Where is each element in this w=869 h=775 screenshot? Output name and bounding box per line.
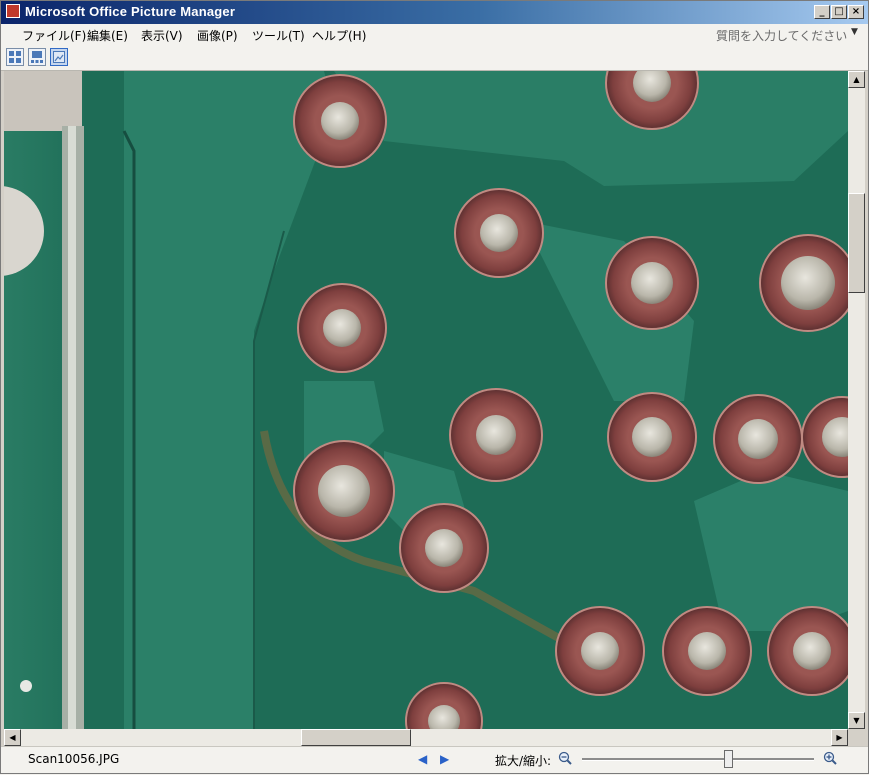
menu-bar: ファイル(F) 編集(E) 表示(V) 画像(P) ツール(T) ヘルプ(H) … bbox=[0, 24, 869, 46]
window-title: Microsoft Office Picture Manager bbox=[25, 4, 236, 19]
circuit-board-picture bbox=[4, 71, 848, 729]
help-search-input[interactable]: 質問を入力してください bbox=[716, 27, 847, 44]
thumbnail-view-icon bbox=[9, 51, 21, 63]
thumbnail-view-button[interactable] bbox=[6, 48, 24, 66]
help-dropdown-icon[interactable]: ▼ bbox=[851, 27, 858, 37]
scrollbar-corner bbox=[848, 729, 865, 746]
menu-view[interactable]: 表示(V) bbox=[141, 27, 183, 44]
maximize-button[interactable]: □ bbox=[831, 5, 847, 19]
zoom-in-icon[interactable] bbox=[823, 751, 837, 765]
pad-hole bbox=[688, 632, 726, 670]
scroll-right-button[interactable]: ▶ bbox=[831, 729, 848, 746]
scroll-down-button[interactable]: ▼ bbox=[848, 712, 865, 729]
menu-tools[interactable]: ツール(T) bbox=[252, 27, 305, 44]
next-picture-button[interactable]: ▶ bbox=[440, 752, 449, 766]
single-picture-view-button[interactable] bbox=[50, 48, 68, 66]
menu-edit[interactable]: 編集(E) bbox=[87, 27, 128, 44]
filmstrip-view-icon bbox=[31, 51, 43, 63]
pad-hole bbox=[738, 419, 778, 459]
title-bar: Microsoft Office Picture Manager _ □ × bbox=[0, 0, 869, 24]
picture-viewer[interactable] bbox=[4, 71, 848, 729]
single-picture-view-icon bbox=[53, 51, 65, 63]
vertical-scroll-thumb[interactable] bbox=[848, 192, 865, 293]
scroll-up-button[interactable]: ▲ bbox=[848, 71, 865, 88]
pad-hole bbox=[581, 632, 619, 670]
zoom-label: 拡大/縮小: bbox=[495, 754, 552, 768]
filmstrip-view-button[interactable] bbox=[28, 48, 46, 66]
pad-hole bbox=[781, 256, 835, 310]
minimize-button[interactable]: _ bbox=[814, 5, 830, 19]
pad-hole bbox=[476, 415, 516, 455]
pad-hole bbox=[321, 102, 359, 140]
pad-hole bbox=[793, 632, 831, 670]
file-name: Scan10056.JPG bbox=[28, 752, 120, 766]
horizontal-scroll-thumb[interactable] bbox=[301, 729, 411, 746]
zoom-slider-track[interactable] bbox=[582, 758, 814, 761]
menu-file[interactable]: ファイル(F) bbox=[22, 27, 86, 44]
pad-hole bbox=[632, 417, 672, 457]
pad-hole bbox=[318, 465, 370, 517]
pad-hole bbox=[323, 309, 361, 347]
scroll-left-button[interactable]: ◀ bbox=[4, 729, 21, 746]
app-logo-icon bbox=[6, 4, 20, 18]
previous-picture-button[interactable]: ◀ bbox=[418, 752, 427, 766]
pad-hole bbox=[480, 214, 518, 252]
horizontal-scrollbar[interactable]: ◀ ▶ bbox=[4, 729, 848, 746]
menu-help[interactable]: ヘルプ(H) bbox=[312, 27, 366, 44]
toolbar bbox=[0, 45, 869, 71]
zoom-out-icon[interactable] bbox=[558, 751, 572, 765]
menu-picture[interactable]: 画像(P) bbox=[197, 27, 238, 44]
pad-hole bbox=[425, 529, 463, 567]
status-bar: Scan10056.JPG ◀ ▶ 拡大/縮小: bbox=[0, 746, 869, 775]
close-button[interactable]: × bbox=[848, 5, 864, 19]
pad-hole bbox=[631, 262, 673, 304]
zoom-slider-thumb[interactable] bbox=[724, 750, 734, 768]
vertical-scrollbar[interactable]: ▲ ▼ bbox=[848, 71, 865, 729]
